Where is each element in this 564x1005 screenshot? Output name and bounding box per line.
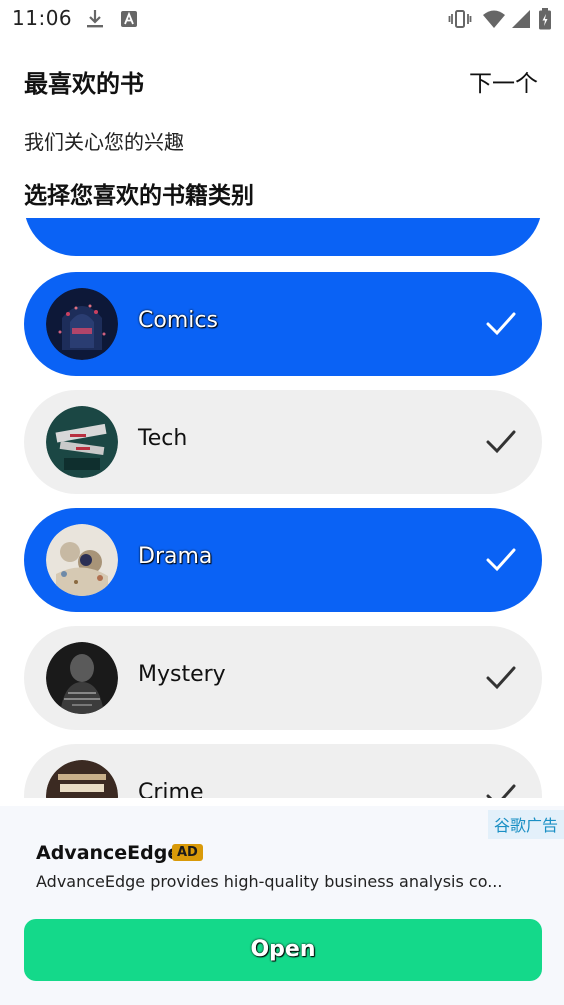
genre-label: Tech [138, 426, 188, 451]
next-button[interactable]: 下一个 [469, 64, 538, 98]
genre-cover-image [46, 524, 118, 596]
battery-icon [538, 8, 552, 30]
check-icon [486, 664, 516, 692]
genre-label: Drama [138, 544, 213, 569]
genre-cover-image [46, 288, 118, 360]
ad-provider-label: 谷歌广告 [487, 810, 564, 839]
font-a-icon [118, 8, 140, 30]
check-icon [486, 782, 516, 798]
ad-banner[interactable]: 谷歌广告 AdvanceEdge AD AdvanceEdge provides… [0, 806, 564, 1005]
genre-label: Mystery [138, 662, 226, 687]
genre-list[interactable]: Comics Tech Drama Mystery Crime [0, 218, 564, 798]
ad-advertiser-name[interactable]: AdvanceEdge [36, 842, 180, 864]
status-time: 11:06 [12, 6, 73, 30]
section-heading: 选择您喜欢的书籍类别 [24, 183, 254, 209]
genre-label: Comics [138, 308, 218, 333]
genre-item-comics[interactable]: Comics [24, 272, 542, 376]
status-bar: 11:06 [0, 0, 564, 40]
genre-label: Crime [138, 780, 204, 798]
genre-cover-image [46, 642, 118, 714]
check-icon [486, 546, 516, 574]
ad-description: AdvanceEdge provides high-quality busine… [36, 872, 503, 891]
genre-item-partial[interactable] [24, 218, 542, 256]
ad-open-button[interactable]: Open [24, 919, 542, 981]
check-icon [486, 428, 516, 456]
genre-cover-image [46, 760, 118, 798]
genre-item-tech[interactable]: Tech [24, 390, 542, 494]
download-icon [84, 8, 106, 30]
vibrate-icon [448, 8, 472, 30]
genre-item-crime[interactable]: Crime [24, 744, 542, 798]
genre-cover-image [46, 406, 118, 478]
wifi-icon [482, 8, 505, 30]
genre-item-drama[interactable]: Drama [24, 508, 542, 612]
page-title: 最喜欢的书 [24, 70, 144, 98]
check-icon [486, 310, 516, 338]
genre-item-mystery[interactable]: Mystery [24, 626, 542, 730]
page-subtitle: 我们关心您的兴趣 [24, 130, 184, 154]
signal-icon [510, 8, 532, 30]
ad-badge: AD [172, 844, 203, 861]
